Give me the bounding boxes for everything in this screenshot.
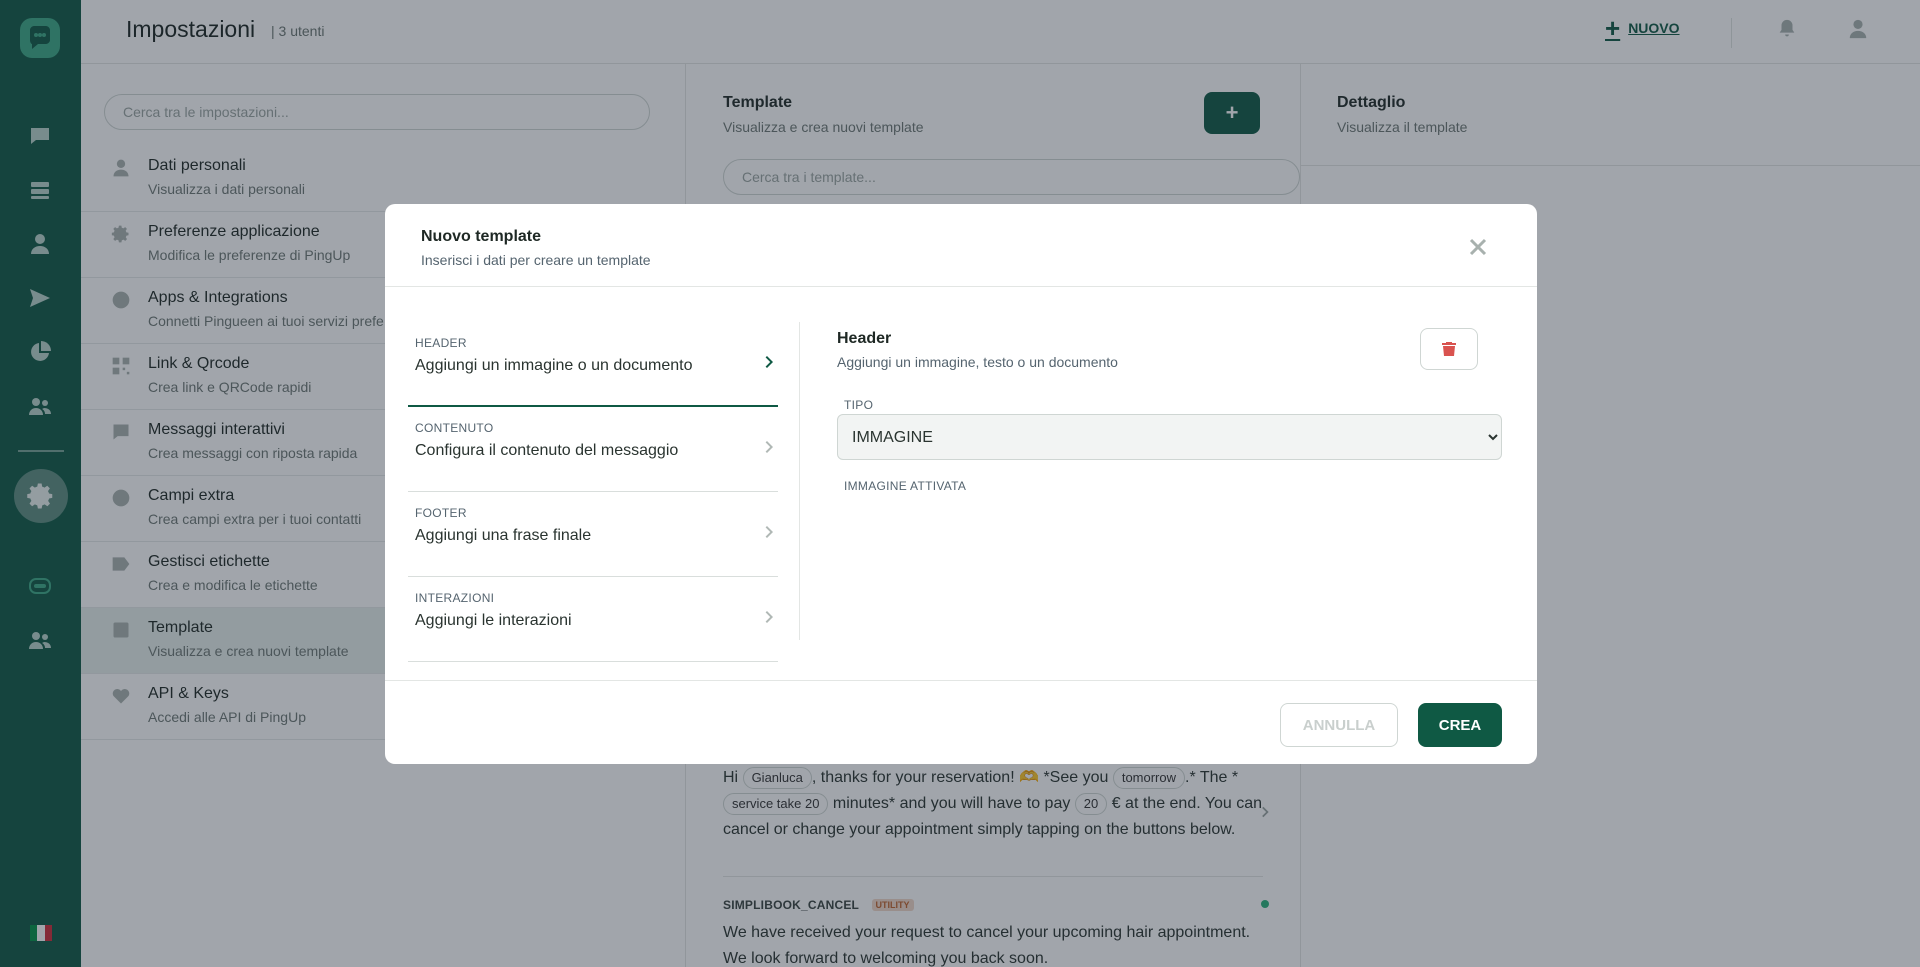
- create-button[interactable]: CREA: [1418, 703, 1502, 747]
- header-type-select[interactable]: IMMAGINE: [837, 414, 1502, 460]
- chevron-right-icon: [762, 354, 778, 370]
- chevron-right-icon: [762, 439, 778, 455]
- step-contenuto[interactable]: CONTENUTO Configura il contenuto del mes…: [408, 407, 778, 492]
- step-text: Aggiungi una frase finale: [415, 527, 592, 544]
- modal-footer: ANNULLA CREA: [385, 680, 1537, 764]
- modal-header: Nuovo template Inserisci i dati per crea…: [385, 204, 1537, 287]
- template-steps: HEADER Aggiungi un immagine o un documen…: [408, 322, 778, 662]
- panel-title: Header: [837, 330, 892, 347]
- step-label: FOOTER: [415, 506, 467, 520]
- delete-header-button[interactable]: [1420, 328, 1478, 370]
- step-text: Aggiungi un immagine o un documento: [415, 357, 693, 374]
- type-label: TIPO: [844, 398, 874, 412]
- step-text: Configura il contenuto del messaggio: [415, 442, 679, 459]
- close-icon[interactable]: [1468, 237, 1488, 257]
- step-footer[interactable]: FOOTER Aggiungi una frase finale: [408, 492, 778, 577]
- panel-subtitle: Aggiungi un immagine, testo o un documen…: [837, 354, 1118, 370]
- chevron-right-icon: [762, 524, 778, 540]
- step-text: Aggiungi le interazioni: [415, 612, 572, 629]
- divider: [799, 322, 800, 640]
- trash-icon: [1442, 342, 1456, 356]
- step-label: CONTENUTO: [415, 421, 494, 435]
- new-template-modal: Nuovo template Inserisci i dati per crea…: [385, 204, 1537, 764]
- step-label: INTERAZIONI: [415, 591, 495, 605]
- step-interazioni[interactable]: INTERAZIONI Aggiungi le interazioni: [408, 577, 778, 662]
- step-header[interactable]: HEADER Aggiungi un immagine o un documen…: [408, 322, 778, 407]
- cancel-button[interactable]: ANNULLA: [1280, 703, 1398, 747]
- chevron-right-icon: [762, 609, 778, 625]
- modal-title: Nuovo template: [421, 228, 542, 245]
- image-activated-label: IMMAGINE ATTIVATA: [844, 479, 967, 493]
- modal-subtitle: Inserisci i dati per creare un template: [421, 252, 651, 268]
- step-label: HEADER: [415, 336, 467, 350]
